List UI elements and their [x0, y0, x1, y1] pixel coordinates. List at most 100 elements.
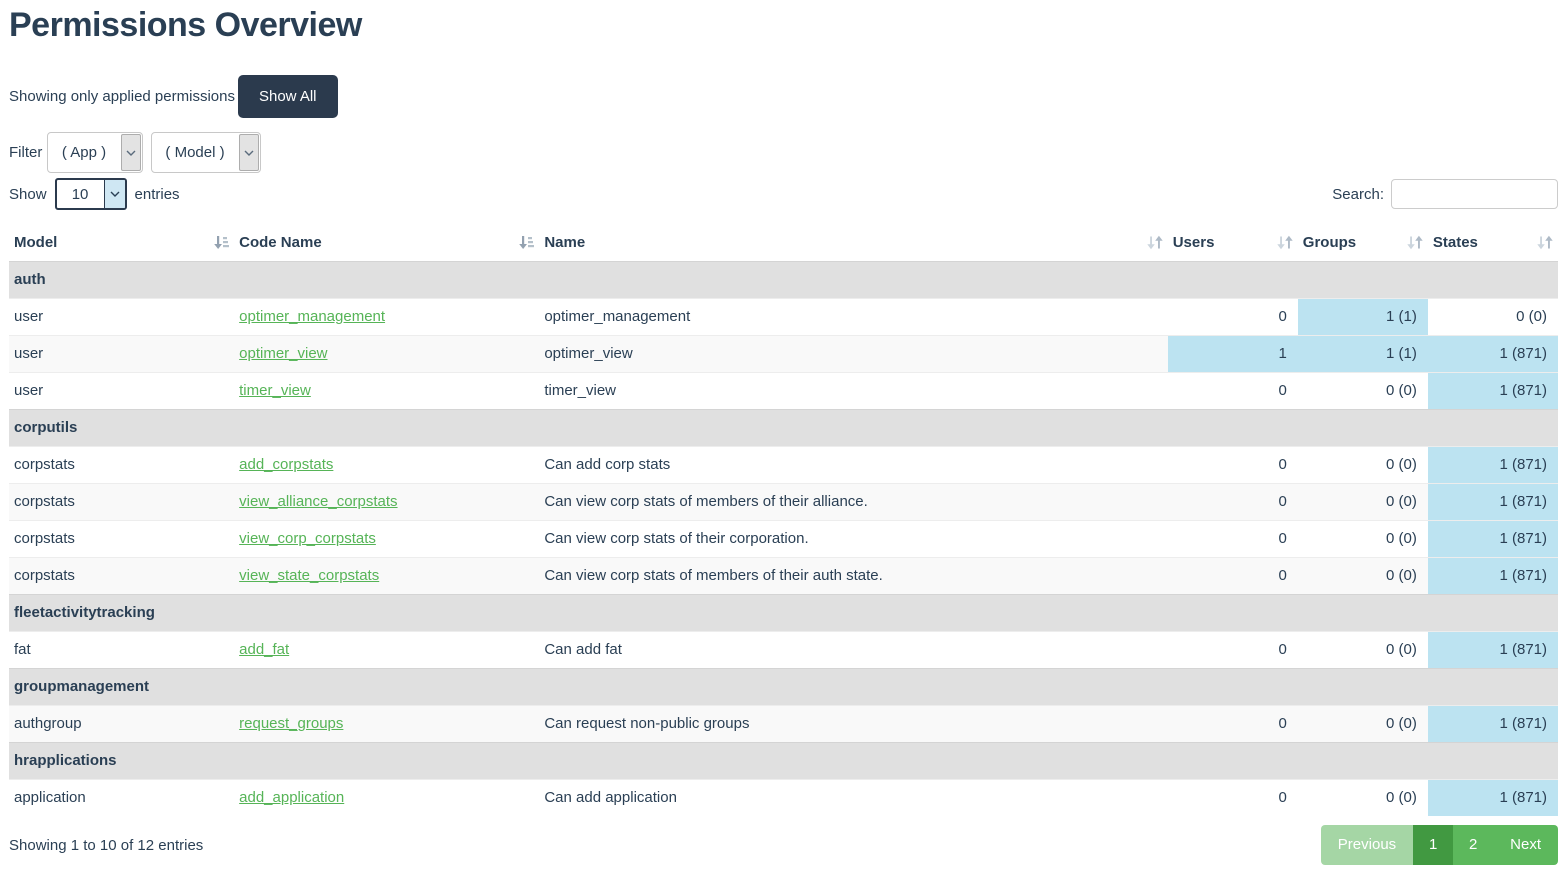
model-cell: fat: [9, 631, 234, 668]
app-group-label: hrapplications: [9, 742, 1558, 779]
users-count-cell: 0: [1168, 483, 1298, 520]
table-row: corpstatsadd_corpstatsCan add corp stats…: [9, 446, 1558, 483]
table-controls-row: Show 10 entries Search:: [9, 178, 1558, 210]
model-filter-select[interactable]: ( Model ): [151, 132, 261, 173]
model-cell: corpstats: [9, 483, 234, 520]
groups-count-cell: 0 (0): [1298, 483, 1428, 520]
model-cell: authgroup: [9, 705, 234, 742]
column-header-label: Code Name: [239, 234, 322, 251]
code-name-cell: view_alliance_corpstats: [234, 483, 539, 520]
column-header-groups[interactable]: Groups: [1298, 225, 1428, 261]
column-header-name[interactable]: Name: [539, 225, 1167, 261]
groups-count-cell: 0 (0): [1298, 705, 1428, 742]
users-count-cell: 0: [1168, 557, 1298, 594]
code-name-link[interactable]: add_application: [239, 789, 344, 806]
name-cell: timer_view: [539, 372, 1167, 409]
table-header-row: Model Code Name Name Users Groups States: [9, 225, 1558, 261]
states-count-cell: 1 (871): [1428, 631, 1558, 668]
model-cell: application: [9, 779, 234, 816]
pagination-2-button[interactable]: 2: [1453, 825, 1493, 865]
code-name-cell: request_groups: [234, 705, 539, 742]
column-header-label: States: [1433, 234, 1478, 251]
code-name-link[interactable]: add_corpstats: [239, 456, 333, 473]
sort-both-icon: [1537, 235, 1553, 250]
code-name-link[interactable]: view_corp_corpstats: [239, 530, 376, 547]
code-name-cell: add_fat: [234, 631, 539, 668]
name-cell: optimer_management: [539, 298, 1167, 335]
states-count-cell: 1 (871): [1428, 483, 1558, 520]
model-cell: user: [9, 298, 234, 335]
model-cell: corpstats: [9, 520, 234, 557]
groups-count-cell: 0 (0): [1298, 557, 1428, 594]
filter-label: Filter: [9, 144, 47, 161]
code-name-cell: view_corp_corpstats: [234, 520, 539, 557]
app-group-row-groupmanagement: groupmanagement: [9, 668, 1558, 705]
app-group-row-fleetactivitytracking: fleetactivitytracking: [9, 594, 1558, 631]
users-count-cell: 0: [1168, 779, 1298, 816]
code-name-link[interactable]: optimer_view: [239, 345, 327, 362]
table-row: authgroup request_groups Can request non-p…: [9, 705, 1558, 742]
pagination-next-button[interactable]: Next: [1493, 825, 1558, 865]
groups-count-cell: 1 (1): [1298, 335, 1428, 372]
code-name-cell: add_application: [234, 779, 539, 816]
column-header-model[interactable]: Model: [9, 225, 234, 261]
code-name-link[interactable]: view_alliance_corpstats: [239, 493, 397, 510]
app-filter-select[interactable]: ( App ): [47, 132, 143, 173]
users-count-cell: 0: [1168, 446, 1298, 483]
table-row: corpstatsview_alliance_corpstatsCan view…: [9, 483, 1558, 520]
applied-permissions-status: Showing only applied permissions: [9, 88, 235, 105]
app-group-label: groupmanagement: [9, 668, 1558, 705]
column-header-label: Model: [14, 234, 57, 251]
code-name-link[interactable]: optimer_management: [239, 308, 385, 325]
pagination: Previous12Next: [1321, 825, 1558, 865]
code-name-link[interactable]: view_state_corpstats: [239, 567, 379, 584]
search-control: Search:: [1332, 179, 1558, 209]
states-count-cell: 1 (871): [1428, 335, 1558, 372]
users-count-cell: 0: [1168, 705, 1298, 742]
column-header-label: Name: [544, 234, 585, 251]
column-header-states[interactable]: States: [1428, 225, 1558, 261]
states-count-cell: 0 (0): [1428, 298, 1558, 335]
users-count-cell: 0: [1168, 298, 1298, 335]
page-length-select[interactable]: 10: [55, 178, 127, 210]
entries-label: entries: [135, 186, 180, 203]
code-name-link[interactable]: request_groups: [239, 715, 343, 732]
code-name-link[interactable]: timer_view: [239, 382, 311, 399]
states-count-cell: 1 (871): [1428, 520, 1558, 557]
sort-both-icon: [1147, 235, 1163, 250]
table-row: corpstatsview_state_corpstatsCan view co…: [9, 557, 1558, 594]
search-input[interactable]: [1391, 179, 1558, 209]
permissions-table: Model Code Name Name Users Groups States auth…: [9, 225, 1558, 816]
groups-count-cell: 1 (1): [1298, 298, 1428, 335]
app-group-label: fleetactivitytracking: [9, 594, 1558, 631]
name-cell: Can request non-public groups: [539, 705, 1167, 742]
table-footer: Showing 1 to 10 of 12 entries Previous12…: [9, 825, 1558, 865]
column-header-code-name[interactable]: Code Name: [234, 225, 539, 261]
model-cell: user: [9, 335, 234, 372]
pagination-1-button[interactable]: 1: [1413, 825, 1453, 865]
page-length-control: Show 10 entries: [9, 178, 180, 210]
states-count-cell: 1 (871): [1428, 372, 1558, 409]
table-row: corpstatsview_corp_corpstatsCan view cor…: [9, 520, 1558, 557]
page-length-selected-value: 10: [57, 180, 104, 208]
groups-count-cell: 0 (0): [1298, 446, 1428, 483]
chevron-down-icon: [239, 134, 259, 171]
code-name-link[interactable]: add_fat: [239, 641, 289, 658]
sort-both-icon: [1407, 235, 1423, 250]
model-filter-selected-value: ( Model ): [152, 133, 238, 172]
name-cell: Can view corp stats of members of their …: [539, 557, 1167, 594]
users-count-cell: 1: [1168, 335, 1298, 372]
states-count-cell: 1 (871): [1428, 446, 1558, 483]
code-name-cell: add_corpstats: [234, 446, 539, 483]
show-all-button[interactable]: Show All: [238, 75, 338, 118]
users-count-cell: 0: [1168, 372, 1298, 409]
column-header-label: Users: [1173, 234, 1215, 251]
groups-count-cell: 0 (0): [1298, 372, 1428, 409]
model-cell: corpstats: [9, 446, 234, 483]
search-label: Search:: [1332, 186, 1384, 203]
column-header-users[interactable]: Users: [1168, 225, 1298, 261]
app-group-row-corputils: corputils: [9, 409, 1558, 446]
show-label: Show: [9, 186, 47, 203]
groups-count-cell: 0 (0): [1298, 520, 1428, 557]
applied-permissions-toolbar: Showing only applied permissions Show Al…: [9, 75, 1558, 118]
